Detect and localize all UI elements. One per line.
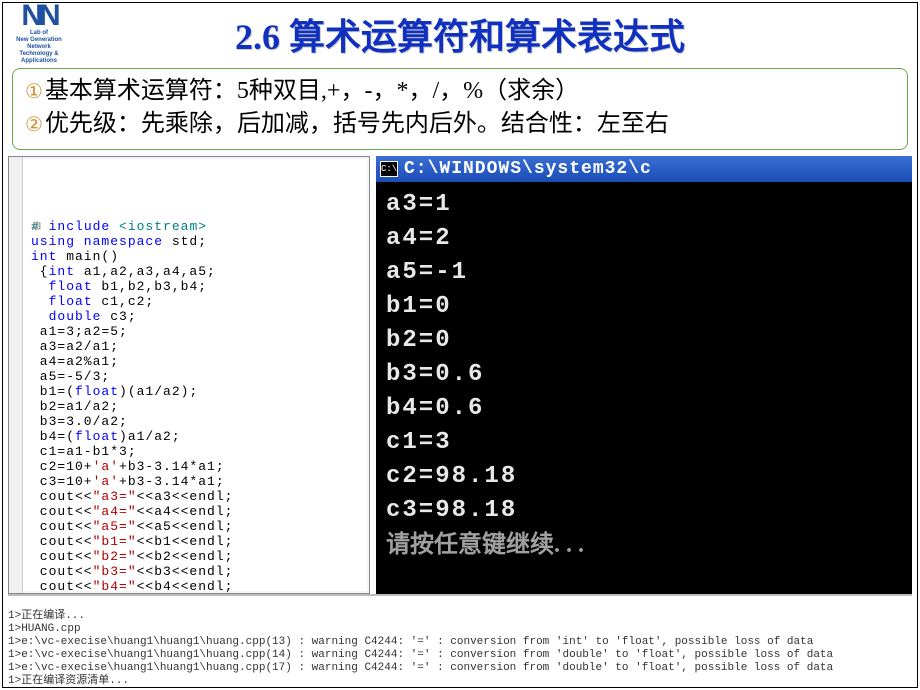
c: <<b3<<endl; — [137, 564, 234, 579]
warning-line: 1>e:\vc-execise\huang1\huang1\huang.cpp(… — [8, 649, 833, 661]
c: a1=3;a2=5; — [31, 324, 128, 339]
code-body: ⊟# include <iostream> using namespace st… — [31, 204, 369, 594]
console-icon: C:\ — [380, 161, 398, 177]
warning-line: 1>e:\vc-execise\huang1\huang1\huang.cpp(… — [8, 636, 813, 648]
c: a4=a2%a1; — [31, 354, 119, 369]
c: )(a1/a2); — [119, 384, 198, 399]
logo: NN Lab of New Generation Network Technol… — [8, 2, 70, 50]
c: include — [40, 219, 119, 234]
logo-sub1: Lab of — [30, 30, 48, 37]
c: b1,b2,b3,b4; — [93, 279, 207, 294]
c: std; — [163, 234, 207, 249]
c: "a3=" — [93, 489, 137, 504]
c: 'a' — [93, 459, 119, 474]
c: "a4=" — [93, 504, 137, 519]
console-line: b4=0.6 — [386, 392, 912, 426]
c: +b3-3.14*a1; — [119, 474, 225, 489]
c: float — [75, 384, 119, 399]
build-output: 1>正在编译... 1>HUANG.cpp 1>e:\vc-execise\hu… — [8, 594, 912, 688]
c: cout<< — [31, 549, 93, 564]
c: int — [31, 249, 57, 264]
c: <iostream> — [119, 219, 207, 234]
c: "b2=" — [93, 549, 137, 564]
c — [31, 309, 49, 324]
bullet-2: ②优先级：先乘除，后加减，括号先内后外。结合性：左至右 — [25, 108, 895, 141]
slide-title: 2.6 算术运算符和算术表达式 — [0, 0, 920, 60]
logo-sub3: Technology & Applications — [8, 51, 70, 65]
bullet-1-text: 基本算术运算符：5种双目,+，-，*，/，%（求余） — [45, 78, 579, 104]
fold-icon: ⊟ — [33, 219, 42, 234]
c: c3=10+ — [31, 474, 93, 489]
c: <<b4<<endl; — [137, 579, 234, 594]
code-gutter — [9, 157, 23, 593]
c: a5=-5/3; — [31, 369, 110, 384]
logo-sub2: New Generation Network — [8, 37, 70, 51]
console-output: a3=1 a4=2 a5=-1 b1=0 b2=0 b3=0.6 b4=0.6 … — [376, 182, 912, 594]
c — [31, 294, 49, 309]
logo-text: NN — [21, 2, 56, 30]
console-line: c3=98.18 — [386, 494, 912, 528]
c: cout<< — [31, 534, 93, 549]
c: c3; — [101, 309, 136, 324]
c: <<a4<<endl; — [137, 504, 234, 519]
c: using namespace — [31, 234, 163, 249]
c: float — [49, 279, 93, 294]
c: <<a3<<endl; — [137, 489, 234, 504]
console-line: b2=0 — [386, 324, 912, 358]
console-line: c1=3 — [386, 426, 912, 460]
console-line: b1=0 — [386, 290, 912, 324]
c: b2=a1/a2; — [31, 399, 119, 414]
c: { — [31, 264, 49, 279]
c: )a1/a2; — [119, 429, 181, 444]
c: cout<< — [31, 519, 93, 534]
c: float — [49, 294, 93, 309]
c: +b3-3.14*a1; — [119, 459, 225, 474]
console-window: C:\ C:\WINDOWS\system32\c a3=1 a4=2 a5=-… — [376, 156, 912, 594]
c: c1,c2; — [93, 294, 155, 309]
c: int — [49, 264, 75, 279]
bullet-2-text: 优先级：先乘除，后加减，括号先内后外。结合性：左至右 — [45, 111, 669, 137]
console-line: b3=0.6 — [386, 358, 912, 392]
content-box: ①基本算术运算符：5种双目,+，-，*，/，%（求余） ②优先级：先乘除，后加减… — [12, 68, 908, 150]
c: <<b1<<endl; — [137, 534, 234, 549]
c: c1=a1-b1*3; — [31, 444, 137, 459]
c: 'a' — [93, 474, 119, 489]
c: cout<< — [31, 489, 93, 504]
c: cout<< — [31, 564, 93, 579]
c: b3=3.0/a2; — [31, 414, 128, 429]
bullet-marker-1: ① — [25, 81, 43, 103]
bullet-marker-2: ② — [25, 114, 43, 136]
console-prompt: 请按任意键继续. . . — [386, 528, 912, 562]
c: b1=( — [31, 384, 75, 399]
c: "b4=" — [93, 579, 137, 594]
warning-line: 1>e:\vc-execise\huang1\huang1\huang.cpp(… — [8, 662, 833, 674]
console-titlebar: C:\ C:\WINDOWS\system32\c — [376, 156, 912, 182]
c: b4=( — [31, 429, 75, 444]
warning-line: 1>正在编译资源清单... — [8, 675, 129, 687]
c: a3=a2/a1; — [31, 339, 119, 354]
console-line: a4=2 — [386, 222, 912, 256]
console-title-text: C:\WINDOWS\system32\c — [404, 159, 652, 179]
c: "a5=" — [93, 519, 137, 534]
c: c2=10+ — [31, 459, 93, 474]
bullet-1: ①基本算术运算符：5种双目,+，-，*，/，%（求余） — [25, 75, 895, 108]
console-line: a5=-1 — [386, 256, 912, 290]
c: double — [49, 309, 102, 324]
warning-line: 1>正在编译... — [8, 610, 85, 622]
c: "b1=" — [93, 534, 137, 549]
panels: ⊟# include <iostream> using namespace st… — [8, 156, 912, 594]
c: main() — [57, 249, 119, 264]
console-line: a3=1 — [386, 188, 912, 222]
c: cout<< — [31, 579, 93, 594]
c: <<a5<<endl; — [137, 519, 234, 534]
c: "b3=" — [93, 564, 137, 579]
warning-line: 1>HUANG.cpp — [8, 623, 81, 635]
c: a1,a2,a3,a4,a5; — [75, 264, 216, 279]
console-line: c2=98.18 — [386, 460, 912, 494]
c: cout<< — [31, 504, 93, 519]
code-editor: ⊟# include <iostream> using namespace st… — [8, 156, 370, 594]
c — [31, 279, 49, 294]
c: <<b2<<endl; — [137, 549, 234, 564]
c: float — [75, 429, 119, 444]
